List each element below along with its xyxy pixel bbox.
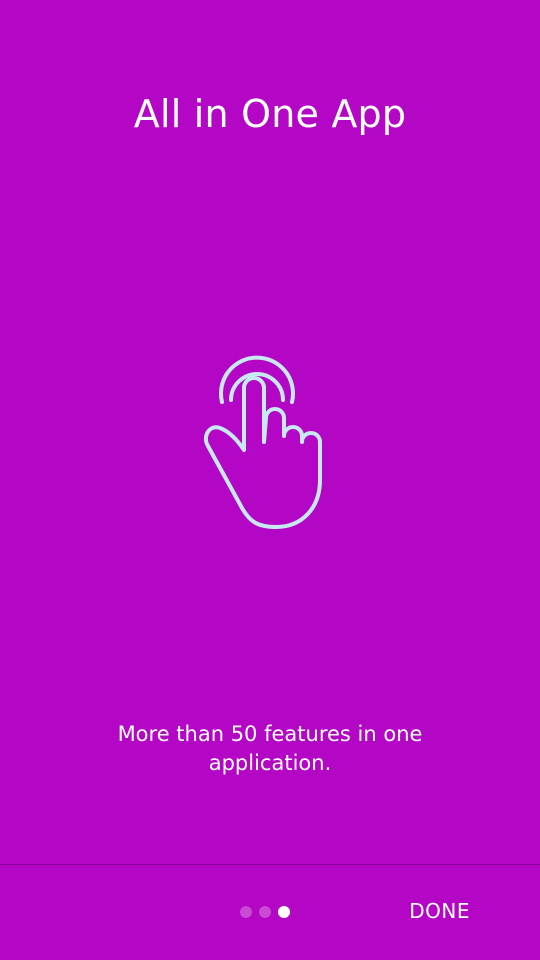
page-dot-active[interactable]	[278, 906, 290, 918]
onboarding-footer: DONE	[0, 865, 540, 960]
feature-description: More than 50 features in one application…	[117, 722, 423, 775]
page-dot[interactable]	[240, 906, 252, 918]
page-dot[interactable]	[259, 906, 271, 918]
tap-gesture-hand-icon	[196, 338, 348, 534]
done-button[interactable]: DONE	[409, 899, 470, 923]
page-title: All in One App	[133, 92, 407, 136]
page-indicator	[240, 906, 290, 918]
onboarding-screen: All in One App More than 50 features in …	[0, 0, 540, 960]
